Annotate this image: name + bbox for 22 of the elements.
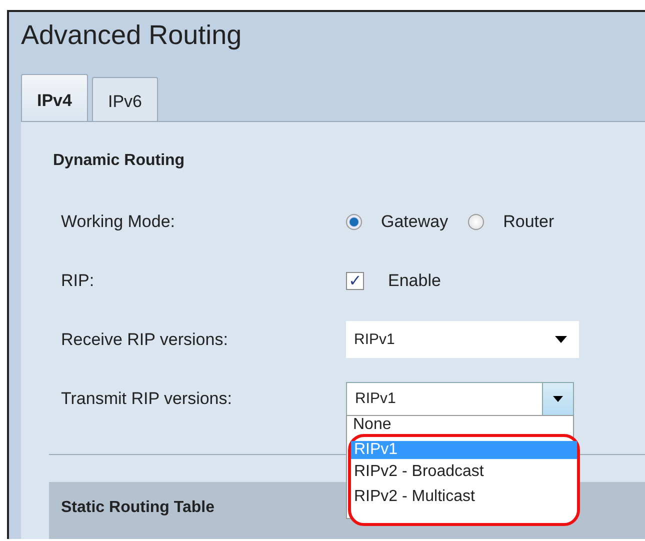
field-label: Receive RIP versions:	[60, 330, 229, 350]
dropdown-option[interactable]: None	[347, 416, 573, 434]
field-label: Working Mode:	[60, 212, 176, 232]
table-title: Static Routing Table	[61, 499, 214, 516]
dropdown-option[interactable]: RIPv2 - Multicast	[351, 484, 577, 509]
radio-button[interactable]	[346, 214, 362, 230]
dropdown-option[interactable]: RIPv2 - Broadcast	[351, 459, 577, 484]
page-title: Advanced Routing	[21, 20, 243, 52]
field-label: RIP:	[60, 270, 96, 290]
caret-icon	[555, 336, 567, 343]
checkbox[interactable]: ✓	[346, 272, 364, 290]
caret-icon	[553, 396, 563, 402]
field-label: Transmit RIP versions:	[60, 388, 233, 408]
radio-button[interactable]	[468, 214, 484, 230]
section-title: Dynamic Routing	[53, 152, 186, 170]
tab[interactable]: IPv6	[92, 77, 158, 121]
checkbox-label: Enable	[388, 270, 441, 290]
radio-label: Router	[503, 212, 554, 232]
radio-label: Gateway	[381, 212, 448, 232]
receive-select[interactable]: RIPv1	[346, 321, 579, 358]
transmit-select[interactable]: RIPv1	[346, 382, 574, 416]
tab[interactable]: IPv4	[21, 74, 88, 121]
